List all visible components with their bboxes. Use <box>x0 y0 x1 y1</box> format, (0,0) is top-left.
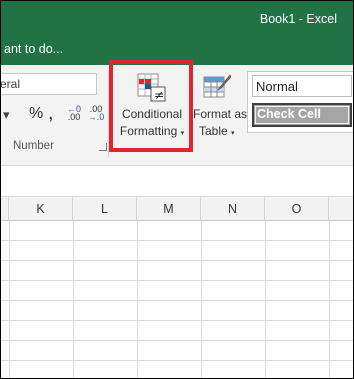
column-header-n[interactable]: N <box>201 197 265 221</box>
format-as-table-label-2: Table ▾ <box>199 124 235 138</box>
increase-decimal-icon-bottom: .00 <box>67 112 81 122</box>
highlight-annotation <box>109 60 193 152</box>
worksheet-grid[interactable] <box>1 221 353 378</box>
grid-line <box>1 240 353 241</box>
column-header-row: K L M N O <box>1 197 353 221</box>
style-normal[interactable]: Normal <box>252 75 352 97</box>
grid-line <box>1 340 353 341</box>
excel-window: Book1 - Excel ant to do... eral ▾ % , ←0… <box>0 0 354 379</box>
tell-me-text[interactable]: ant to do... <box>4 42 63 56</box>
column-header-k[interactable]: K <box>9 197 73 221</box>
grid-line <box>1 280 353 281</box>
window-title: Book1 - Excel <box>259 12 337 26</box>
number-format-value: eral <box>0 77 21 91</box>
accounting-format-button[interactable]: ▾ <box>3 107 10 123</box>
title-bar: Book1 - Excel <box>1 1 353 35</box>
increase-decimal-button[interactable]: ←0 .00 <box>63 105 85 123</box>
column-header-next[interactable] <box>329 197 353 221</box>
formula-bar-area <box>1 167 353 197</box>
chevron-down-icon: ▾ <box>231 130 235 137</box>
style-check-cell-label: Check Cell <box>257 107 321 121</box>
column-header-m[interactable]: M <box>137 197 201 221</box>
number-format-dropdown[interactable]: eral <box>0 73 97 95</box>
format-as-table-button[interactable]: Format as Table ▾ <box>193 69 248 151</box>
grid-line <box>1 300 353 301</box>
grid-line <box>1 360 353 361</box>
percent-style-button[interactable]: % <box>29 105 43 123</box>
number-group-label: Number <box>13 140 54 152</box>
column-header-o[interactable]: O <box>265 197 329 221</box>
number-dialog-launcher-icon[interactable] <box>99 143 107 151</box>
column-header-l[interactable]: L <box>73 197 137 221</box>
decrease-decimal-button[interactable]: .00 →.0 <box>85 105 107 123</box>
comma-style-button[interactable]: , <box>48 102 54 125</box>
format-as-table-icon <box>203 74 231 98</box>
style-check-cell[interactable]: Check Cell <box>252 103 352 127</box>
grid-line <box>1 260 353 261</box>
column-header-partial[interactable] <box>1 197 9 221</box>
grid-line <box>1 320 353 321</box>
cell-styles-gallery: Normal Check Cell <box>247 71 353 133</box>
style-normal-label: Normal <box>256 79 298 94</box>
format-as-table-label-1: Format as <box>193 107 248 121</box>
decrease-decimal-icon-bottom: →.0 <box>87 112 105 122</box>
